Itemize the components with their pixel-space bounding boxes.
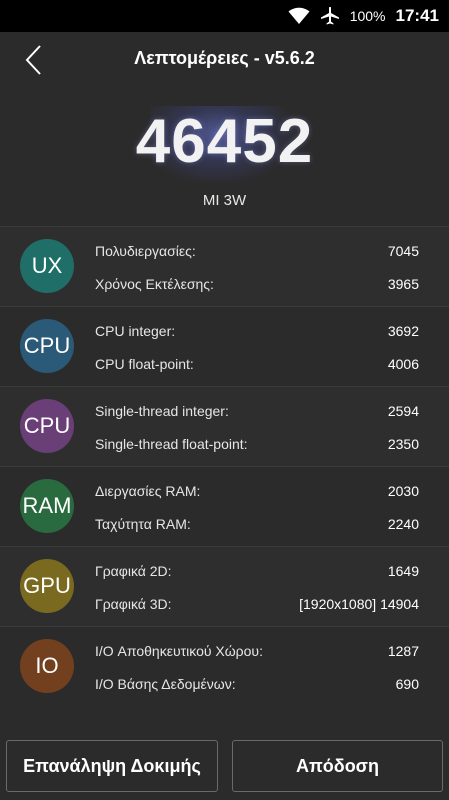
metric-row: Πολυδιεργασίες: 7045 — [95, 243, 419, 263]
metric-row: Single-thread float-point: 2350 — [95, 436, 419, 456]
metric-label: Ταχύτητα RAM: — [95, 516, 191, 532]
app-header: Λεπτομέρειες - v5.6.2 — [0, 32, 449, 92]
metric-row: Ταχύτητα RAM: 2240 — [95, 516, 419, 536]
metric-label: Γραφικά 2D: — [95, 563, 172, 579]
metric-value: 4006 — [387, 356, 419, 372]
score-panel: 46452 MI 3W — [0, 92, 449, 226]
metric-label: I/O Αποθηκευτικού Χώρου: — [95, 643, 263, 659]
status-clock: 17:41 — [395, 6, 439, 25]
metric-value: 7045 — [387, 243, 419, 259]
battery-level: 100% — [349, 8, 386, 24]
metric-value: 2240 — [387, 516, 419, 532]
category-row: CPU CPU integer: 3692 CPU float-point: 4… — [0, 306, 449, 386]
status-bar: 100% 17:41 — [0, 0, 449, 32]
metric-value: 2594 — [387, 403, 419, 419]
ram-badge: RAM — [20, 479, 74, 533]
metric-row: I/O Αποθηκευτικού Χώρου: 1287 — [95, 643, 419, 663]
metric-label: CPU float-point: — [95, 356, 194, 372]
total-score: 46452 — [135, 107, 314, 176]
metric-value: [1920x1080] 14904 — [299, 596, 419, 612]
metric-row: CPU integer: 3692 — [95, 323, 419, 343]
category-row: UX Πολυδιεργασίες: 7045 Χρόνος Εκτέλεσης… — [0, 226, 449, 306]
metric-label: CPU integer: — [95, 323, 176, 339]
metric-label: Single-thread integer: — [95, 403, 229, 419]
io-badge: IO — [20, 639, 74, 693]
metric-row: I/O Βάσης Δεδομένων: 690 — [95, 676, 419, 696]
category-row: GPU Γραφικά 2D: 1649 Γραφικά 3D: [1920x1… — [0, 546, 449, 626]
category-row: CPU Single-thread integer: 2594 Single-t… — [0, 386, 449, 466]
metric-value: 690 — [395, 676, 419, 692]
metric-row: Γραφικά 2D: 1649 — [95, 563, 419, 583]
metric-label: Single-thread float-point: — [95, 436, 248, 452]
metric-value: 1649 — [387, 563, 419, 579]
metric-row: Γραφικά 3D: [1920x1080] 14904 — [95, 596, 419, 616]
category-list: UX Πολυδιεργασίες: 7045 Χρόνος Εκτέλεσης… — [0, 226, 449, 706]
metric-label: I/O Βάσης Δεδομένων: — [95, 676, 236, 692]
ux-badge: UX — [20, 239, 74, 293]
airplane-icon — [320, 6, 340, 26]
metric-row: Χρόνος Εκτέλεσης: 3965 — [95, 276, 419, 296]
retest-button[interactable]: Επανάληψη Δοκιμής — [6, 740, 218, 792]
category-row: RAM Διεργασίες RAM: 2030 Ταχύτητα RAM: 2… — [0, 466, 449, 546]
metric-label: Διεργασίες RAM: — [95, 483, 201, 499]
metric-value: 2350 — [387, 436, 419, 452]
metric-label: Πολυδιεργασίες: — [95, 243, 196, 259]
cpu-badge: CPU — [20, 319, 74, 373]
metric-value: 2030 — [387, 483, 419, 499]
metric-row: Single-thread integer: 2594 — [95, 403, 419, 423]
metric-value: 3692 — [387, 323, 419, 339]
category-row: IO I/O Αποθηκευτικού Χώρου: 1287 I/O Βάσ… — [0, 626, 449, 706]
gpu-badge: GPU — [20, 559, 74, 613]
page-title: Λεπτομέρειες - v5.6.2 — [134, 48, 315, 68]
metric-row: Διεργασίες RAM: 2030 — [95, 483, 419, 503]
performance-button[interactable]: Απόδοση — [232, 740, 443, 792]
metric-row: CPU float-point: 4006 — [95, 356, 419, 376]
wifi-icon — [288, 7, 310, 25]
metric-label: Γραφικά 3D: — [95, 596, 172, 612]
metric-label: Χρόνος Εκτέλεσης: — [95, 276, 214, 292]
device-name: MI 3W — [202, 192, 247, 209]
metric-value: 3965 — [387, 276, 419, 292]
metric-value: 1287 — [387, 643, 419, 659]
cpu-single-thread-badge: CPU — [20, 399, 74, 453]
